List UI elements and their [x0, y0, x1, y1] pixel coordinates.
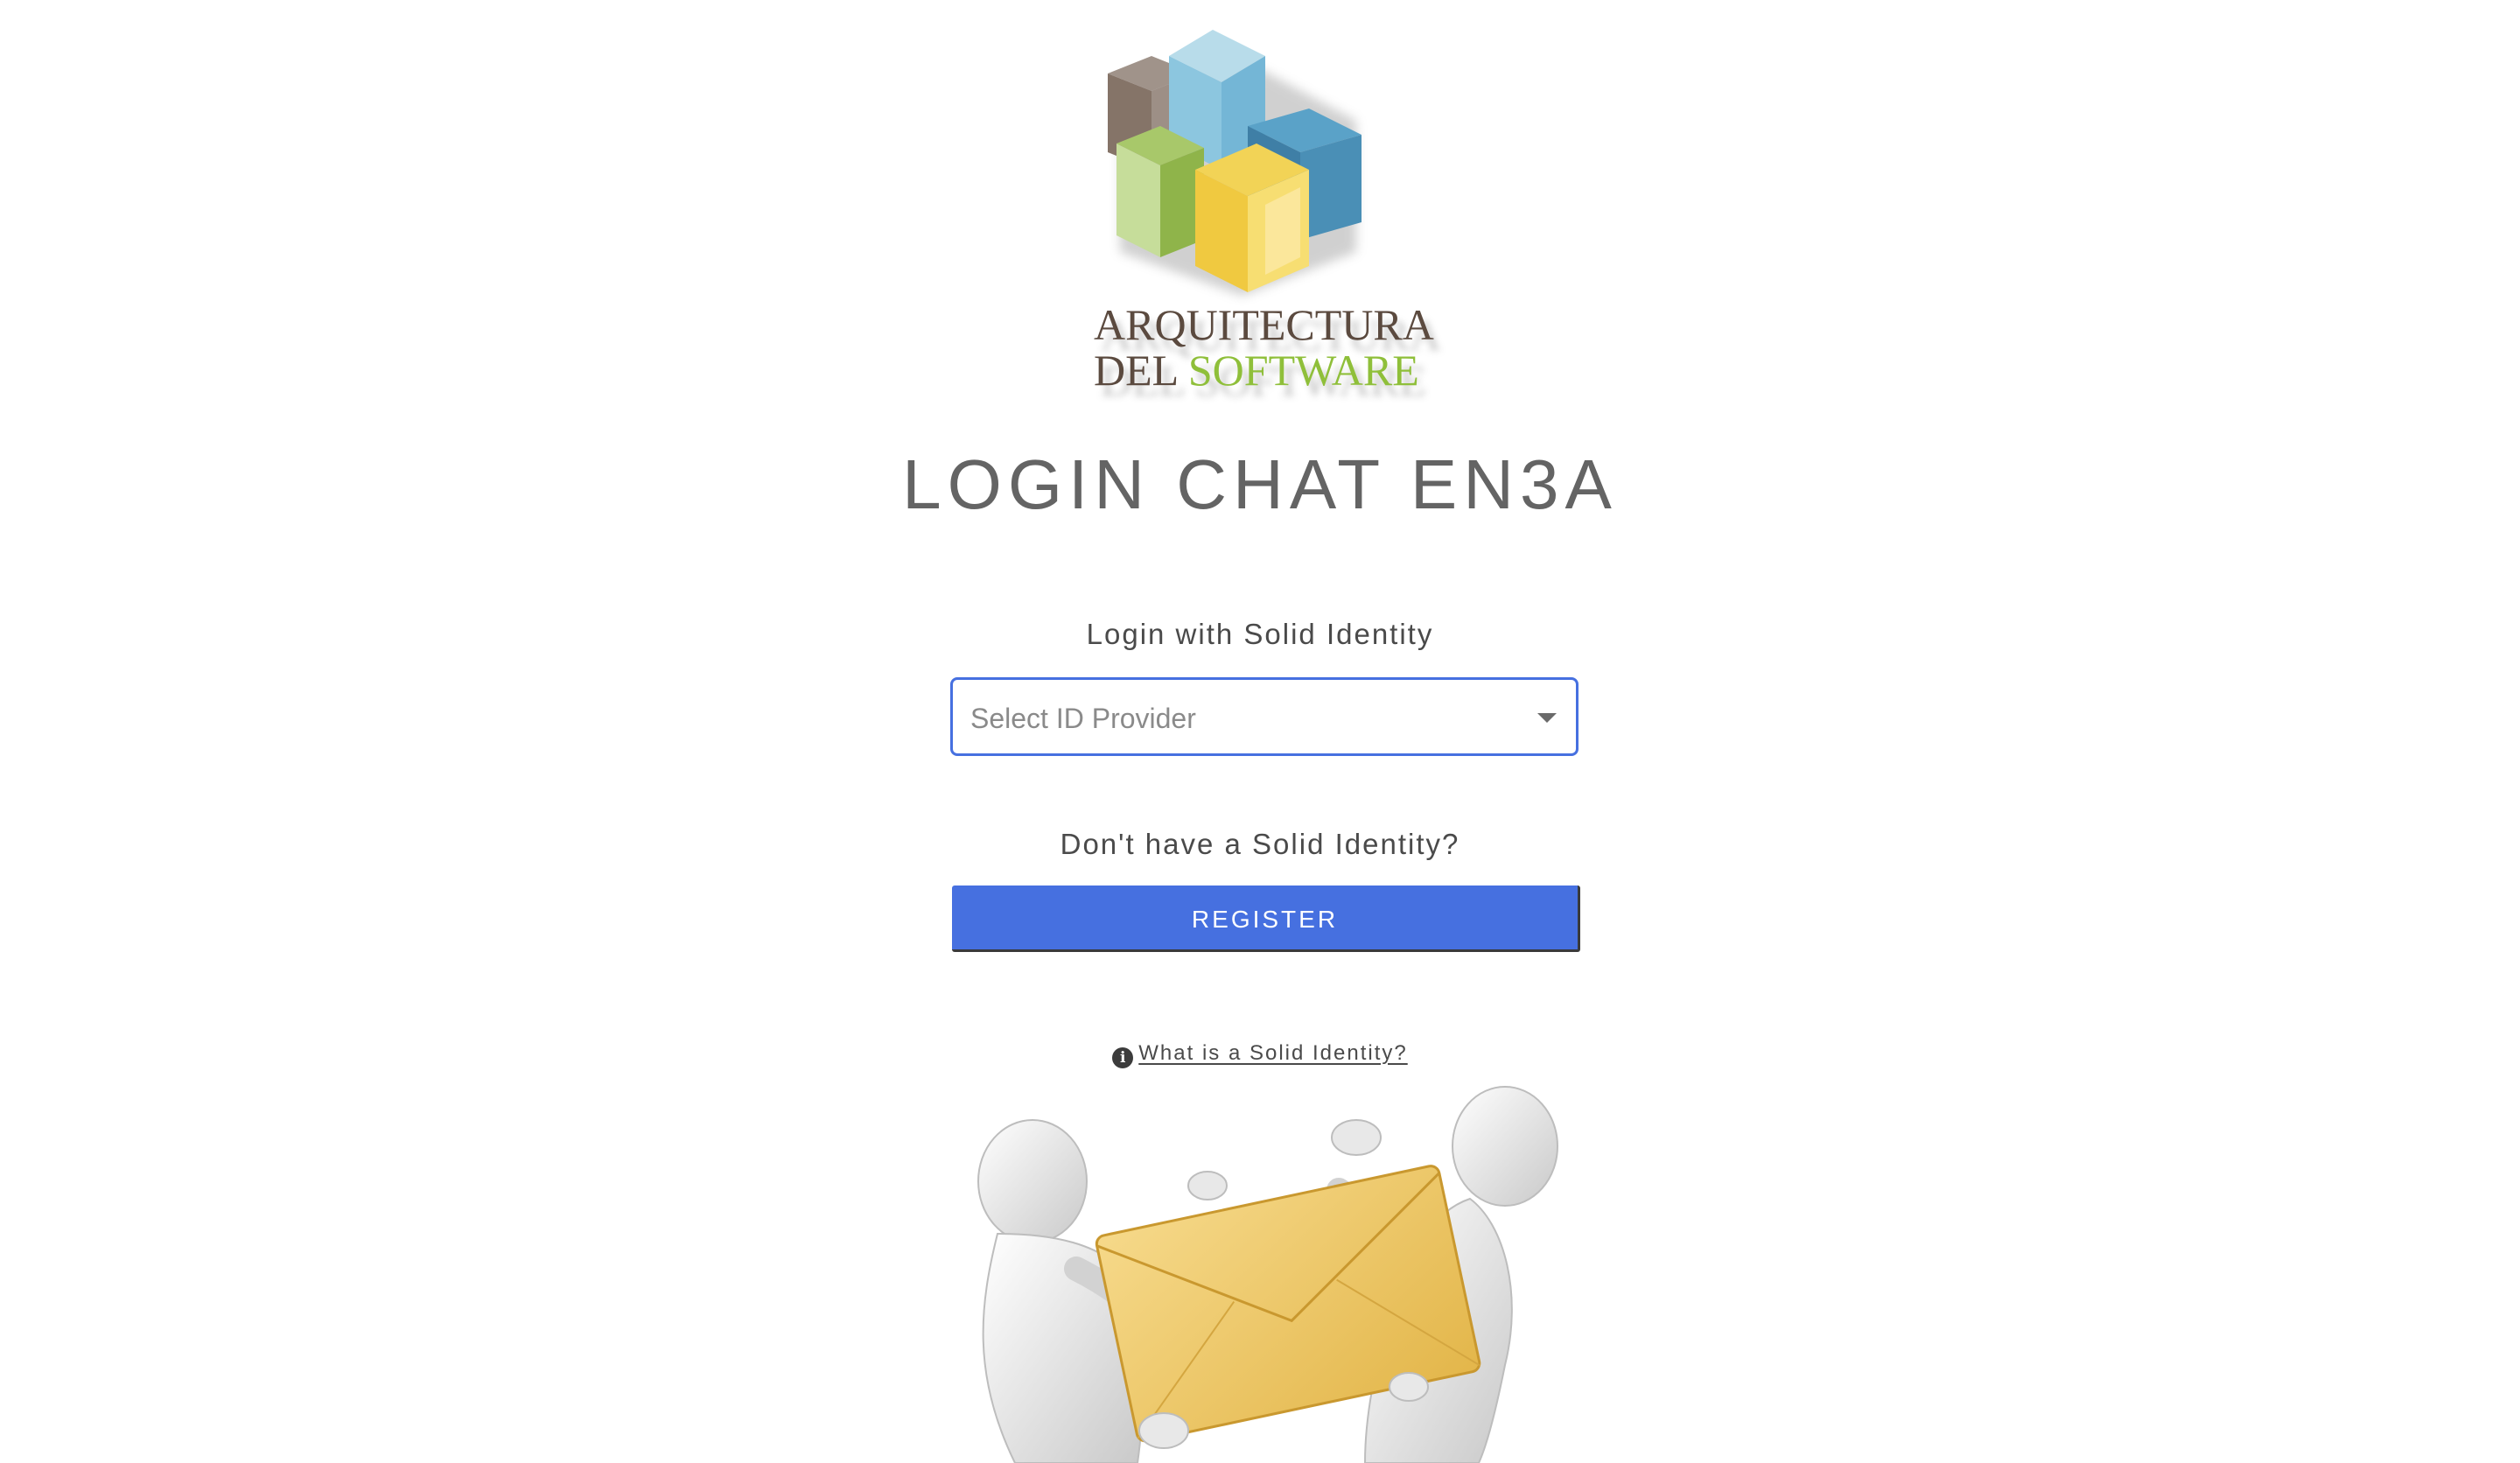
page-title: LOGIN CHAT EN3A	[902, 445, 1618, 523]
logo-text-line1: ARQUITECTURA	[1094, 300, 1434, 349]
id-provider-placeholder: Select ID Provider	[970, 703, 1196, 734]
logo-text-line2: DEL SOFTWARE	[1094, 345, 1419, 396]
info-icon: i	[1112, 1047, 1134, 1068]
logo-text-prefix: DEL	[1094, 346, 1188, 395]
help-link-text[interactable]: What is a Solid Identity?	[1138, 1041, 1407, 1065]
id-provider-select[interactable]: Select ID Provider	[950, 677, 1578, 756]
two-figures-envelope-icon	[977, 1086, 1558, 1463]
logo-text-accent: SOFTWARE	[1187, 346, 1419, 395]
chevron-down-icon	[1537, 713, 1557, 723]
register-heading: Don't have a Solid Identity?	[1060, 828, 1460, 860]
login-page: ARQUITECTURA DEL SOFTWARE LOGIN CHAT EN3…	[0, 0, 2520, 1463]
login-heading: Login with Solid Identity	[1086, 618, 1434, 650]
arquitectura-logo: ARQUITECTURA DEL SOFTWARE	[1055, 21, 1466, 410]
envelope-illustration	[945, 1085, 1575, 1463]
solid-identity-help-link[interactable]: i What is a Solid Identity?	[0, 1041, 2520, 1068]
stacked-cubes-icon	[1108, 30, 1362, 296]
register-button[interactable]: REGISTER	[952, 886, 1580, 952]
